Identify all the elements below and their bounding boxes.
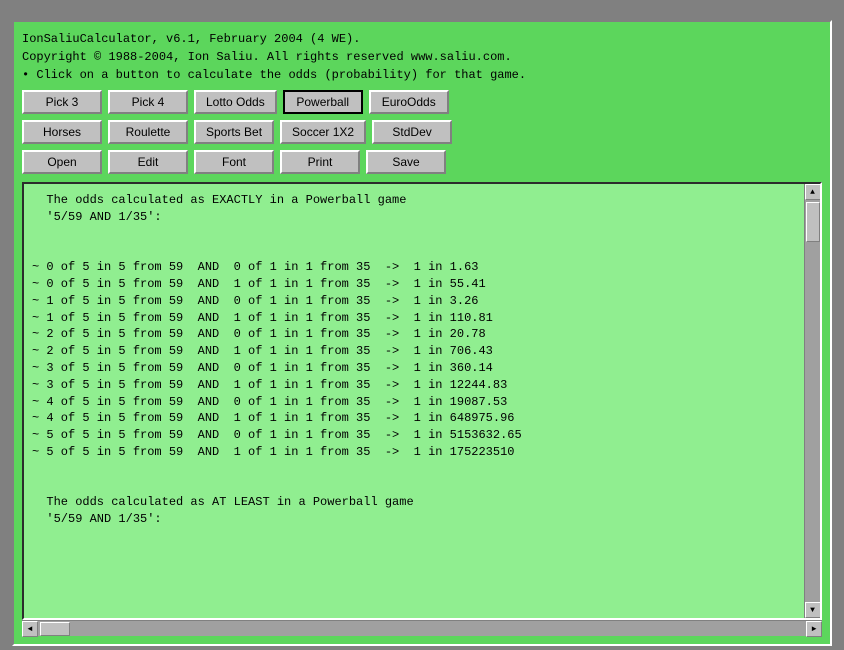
save-button[interactable]: Save	[366, 150, 446, 174]
scroll-track-v[interactable]	[805, 200, 820, 602]
scroll-up-button[interactable]: ▲	[805, 184, 821, 200]
vertical-scrollbar[interactable]: ▲ ▼	[804, 184, 820, 618]
main-window: IonSaliuCalculator, v6.1, February 2004 …	[12, 20, 832, 646]
scroll-thumb-v[interactable]	[806, 202, 820, 242]
pick3-button[interactable]: Pick 3	[22, 90, 102, 114]
soccer-button[interactable]: Soccer 1X2	[280, 120, 366, 144]
edit-button[interactable]: Edit	[108, 150, 188, 174]
euroodds-button[interactable]: EuroOdds	[369, 90, 449, 114]
print-button[interactable]: Print	[280, 150, 360, 174]
lotto-odds-button[interactable]: Lotto Odds	[194, 90, 277, 114]
horses-button[interactable]: Horses	[22, 120, 102, 144]
scroll-track-h[interactable]	[38, 621, 806, 636]
title-bar: IonSaliuCalculator, v6.1, February 2004 …	[22, 30, 822, 84]
powerball-button[interactable]: Powerball	[283, 90, 363, 114]
font-button[interactable]: Font	[194, 150, 274, 174]
output-area: The odds calculated as EXACTLY in a Powe…	[22, 182, 822, 620]
title-line1: IonSaliuCalculator, v6.1, February 2004 …	[22, 30, 822, 48]
button-row-1: Pick 3Pick 4Lotto OddsPowerballEuroOdds	[22, 90, 822, 114]
roulette-button[interactable]: Roulette	[108, 120, 188, 144]
title-line3: • Click on a button to calculate the odd…	[22, 66, 822, 84]
title-line2: Copyright © 1988-2004, Ion Saliu. All ri…	[22, 48, 822, 66]
horizontal-scrollbar[interactable]: ◄ ►	[22, 620, 822, 636]
open-button[interactable]: Open	[22, 150, 102, 174]
scroll-left-button[interactable]: ◄	[22, 621, 38, 637]
scroll-down-button[interactable]: ▼	[805, 602, 821, 618]
pick4-button[interactable]: Pick 4	[108, 90, 188, 114]
scroll-right-button[interactable]: ►	[806, 621, 822, 637]
scroll-thumb-h[interactable]	[40, 622, 70, 636]
sports-bet-button[interactable]: Sports Bet	[194, 120, 274, 144]
output-text: The odds calculated as EXACTLY in a Powe…	[24, 184, 804, 618]
stddev-button[interactable]: StdDev	[372, 120, 452, 144]
button-row-3: OpenEditFontPrintSave	[22, 150, 822, 174]
button-row-2: HorsesRouletteSports BetSoccer 1X2StdDev	[22, 120, 822, 144]
